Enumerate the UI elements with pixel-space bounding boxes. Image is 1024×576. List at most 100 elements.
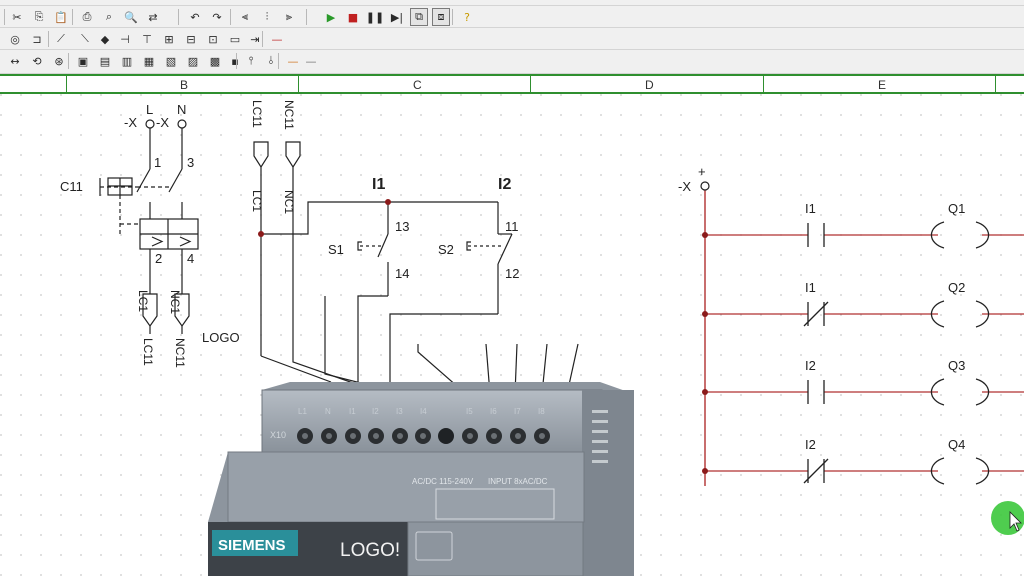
rung4-contact-label: I2: [805, 437, 816, 452]
print-preview-icon[interactable]: ⌕: [100, 8, 118, 26]
input-label-i1: I1: [372, 176, 385, 193]
rung3-contact-label: I2: [805, 358, 816, 373]
siemens-brand: SIEMENS: [218, 537, 286, 554]
replace-icon[interactable]: ⇄: [144, 8, 162, 26]
terminal-in-3: 3: [187, 155, 194, 170]
terminal-11: 11: [505, 219, 519, 234]
block-f-icon[interactable]: ▨: [184, 52, 202, 70]
step-icon[interactable]: ▶|: [388, 8, 406, 26]
find-icon[interactable]: 🔍: [122, 8, 140, 26]
terminal-12: 12: [505, 266, 519, 281]
input-rating-label: INPUT 8xAC/DC: [488, 477, 548, 486]
svg-text:I4: I4: [420, 407, 427, 416]
toolbar-separator: [236, 53, 237, 69]
ruler-divider: [530, 76, 531, 92]
align-left-icon[interactable]: ⫷: [236, 8, 254, 26]
ruler-divider: [298, 76, 299, 92]
undo-icon[interactable]: ↶: [186, 8, 204, 26]
terminal-14: 14: [395, 266, 409, 281]
run-icon[interactable]: ▶: [322, 8, 340, 26]
wire-label-nc1: NC1: [282, 190, 296, 214]
block-b-icon[interactable]: ▤: [96, 52, 114, 70]
line-orange-icon[interactable]: —: [284, 52, 302, 70]
module-block-label: X10: [270, 430, 286, 440]
toolbar-separator: [452, 9, 453, 25]
terminal-in-1: 1: [154, 155, 161, 170]
switch-icon[interactable]: ⊐: [28, 30, 46, 48]
align-right-icon[interactable]: ⫸: [280, 8, 298, 26]
rung2-contact-label: I1: [805, 280, 816, 295]
help-icon[interactable]: ?: [458, 8, 476, 26]
ruler-column-b: B: [180, 78, 189, 92]
svg-text:N: N: [325, 407, 331, 416]
contact-no-icon[interactable]: ⟋: [52, 30, 70, 48]
wire-label-lc1: LC1: [250, 190, 264, 212]
svg-text:I2: I2: [372, 407, 379, 416]
svg-text:I1: I1: [349, 407, 356, 416]
ruler-divider: [66, 76, 67, 92]
toolbar-separator: [72, 9, 73, 25]
switch-label-s2: S2: [438, 242, 454, 257]
toolbar-separator: [278, 53, 279, 69]
block-d-icon[interactable]: ▦: [140, 52, 158, 70]
out-label-lc11: LC11: [141, 338, 155, 366]
logo-module[interactable]: L1 N I1 I2 I3 I4 I5 I6 I7 I8 X10 AC/DC 1: [208, 382, 634, 576]
component-toolbar: ↔ ⟲ ⊛ ▣ ▤ ▥ ▦ ▧ ▨ ▩ ▪ ⫯ ⫰ — —: [0, 50, 1024, 74]
breaker-label: C11: [60, 179, 83, 194]
toolbar-separator: [306, 9, 307, 25]
ruler-column-e: E: [878, 78, 887, 92]
sensor-icon[interactable]: ⊛: [50, 52, 68, 70]
symbol-toolbar: ◎ ⊐ ⟋ ⟍ ◆ ⊣ ⊤ ⊞ ⊟ ⊡ ▭ ⇥ —: [0, 28, 1024, 50]
block-g-icon[interactable]: ▩: [206, 52, 224, 70]
monitor-icon[interactable]: ⧉: [410, 8, 428, 26]
toolbar-separator: [68, 53, 69, 69]
print-icon[interactable]: ⎙: [78, 8, 96, 26]
copy-icon[interactable]: ⎘: [30, 8, 48, 26]
paste-icon[interactable]: 📋: [52, 8, 70, 26]
monitor-edit-icon[interactable]: ⧈: [432, 8, 450, 26]
supply-label-l: L: [146, 102, 153, 117]
relay-icon[interactable]: ⊟: [182, 30, 200, 48]
arrows-icon[interactable]: ↔: [6, 52, 24, 70]
toolbar-separator: [48, 31, 49, 47]
terminal-icon[interactable]: ▭: [226, 30, 244, 48]
socket-icon[interactable]: ⊞: [160, 30, 178, 48]
rung3-coil-label: Q3: [948, 358, 965, 373]
ladder-supply-sign: +: [698, 164, 706, 179]
svg-text:I5: I5: [466, 407, 473, 416]
terminal-13: 13: [395, 219, 409, 234]
wire-icon[interactable]: —: [268, 30, 286, 48]
schematic-canvas[interactable]: -X L -X N 1 3 C11 2 4 LOGO LC1 NC1 LC11 …: [0, 94, 1024, 576]
toolbar-separator: [178, 9, 179, 25]
plug-icon[interactable]: ⊣: [116, 30, 134, 48]
ladder-supply-prefix: -X: [678, 179, 691, 194]
svg-text:I7: I7: [514, 407, 521, 416]
breaker-icon[interactable]: ⊡: [204, 30, 222, 48]
rung1-contact-label: I1: [805, 201, 816, 216]
block-c-icon[interactable]: ▥: [118, 52, 136, 70]
align-center-icon[interactable]: ⫶: [258, 8, 276, 26]
rung2-coil-label: Q2: [948, 280, 965, 295]
connector-nc11: NC11: [282, 100, 296, 130]
block-e-icon[interactable]: ▧: [162, 52, 180, 70]
contact-nc-icon[interactable]: ⟍: [76, 30, 94, 48]
pause-icon[interactable]: ❚❚: [366, 8, 384, 26]
line-gray-icon[interactable]: —: [302, 52, 320, 70]
block-a-icon[interactable]: ▣: [74, 52, 92, 70]
junction-icon[interactable]: ◆: [96, 30, 114, 48]
redo-icon[interactable]: ↷: [208, 8, 226, 26]
column-ruler: B C D E: [0, 74, 1024, 94]
supply-prefix-l: -X: [124, 115, 137, 130]
toolbar-separator: [4, 9, 5, 25]
vertical-pin-icon[interactable]: ⫯: [242, 52, 260, 70]
coil-icon[interactable]: ◎: [6, 30, 24, 48]
rotate-icon[interactable]: ⟲: [28, 52, 46, 70]
stop-icon[interactable]: ■: [344, 8, 362, 26]
cut-icon[interactable]: ✂: [8, 8, 26, 26]
supply-label-n: N: [177, 102, 186, 117]
logo-model: LOGO!: [340, 540, 400, 561]
rung4-coil-label: Q4: [948, 437, 965, 452]
connector-icon[interactable]: ⊤: [138, 30, 156, 48]
out-label-nc11: NC11: [173, 338, 187, 368]
connector-lc11: LC11: [250, 100, 264, 128]
